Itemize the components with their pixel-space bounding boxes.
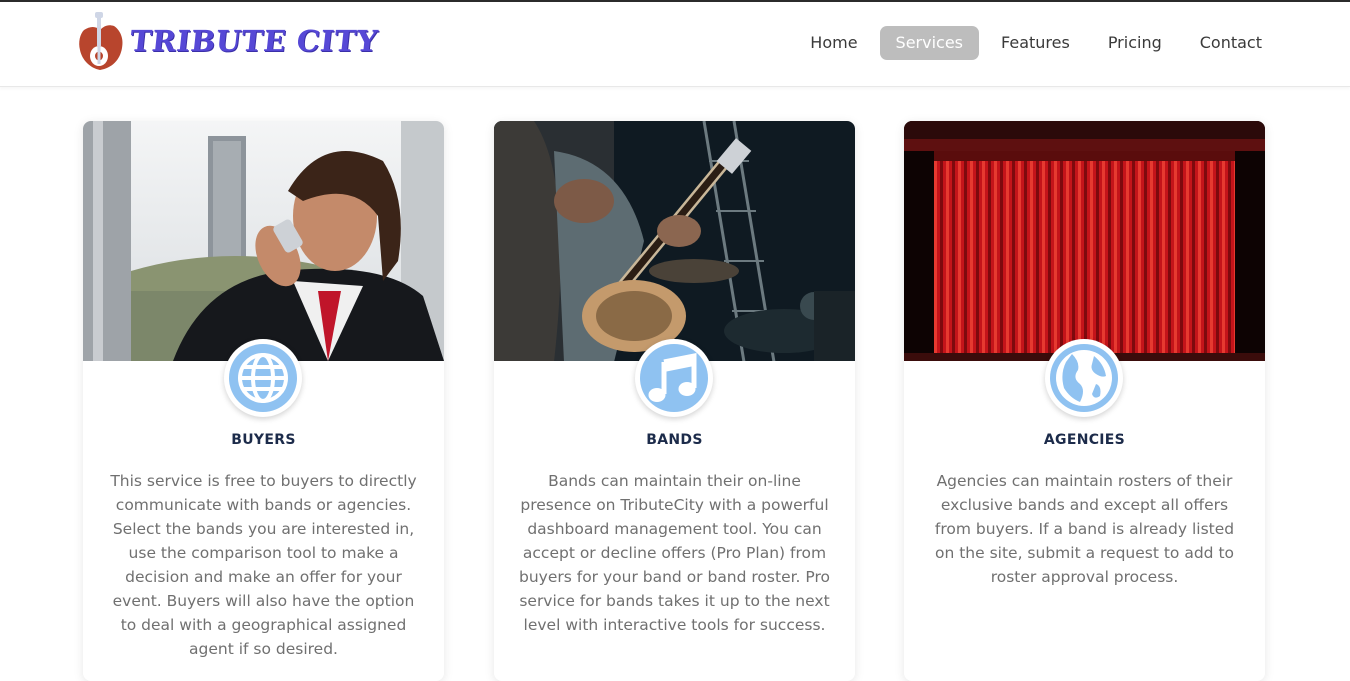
card-text-bands: Bands can maintain their on-line presenc… [519,472,830,634]
guitar-logo-icon [79,12,123,70]
nav-contact[interactable]: Contact [1184,26,1278,60]
red-stage-curtain-image [904,121,1265,361]
agencies-badge [1045,339,1123,417]
card-title-buyers: BUYERS [231,432,296,448]
service-card-bands: BANDS Bands can maintain their on-line p… [494,121,855,681]
nav-home[interactable]: Home [794,26,873,60]
nav-services[interactable]: Services [879,26,980,60]
bands-badge [635,339,713,417]
band-playing-guitar-image [494,121,855,361]
card-title-bands: BANDS [646,432,703,448]
card-text-agencies: Agencies can maintain rosters of their e… [934,472,1235,586]
brand-name: TRIBUTE CITY [128,24,380,58]
music-note-icon [648,352,697,402]
globe-icon [238,353,288,403]
businessman-on-phone-image [83,121,444,361]
card-title-agencies: AGENCIES [1043,432,1126,448]
service-card-agencies: AGENCIES Agencies can maintain rosters o… [904,121,1265,681]
nav-features[interactable]: Features [985,26,1086,60]
main-nav: Home Services Features Pricing Contact [794,26,1278,60]
buyers-badge [224,339,302,417]
world-map-icon [1056,350,1112,406]
card-text-buyers: This service is free to buyers to direct… [110,472,417,658]
brand-logo[interactable]: TRIBUTE CITY [78,12,380,78]
service-card-buyers: BUYERS This service is free to buyers to… [83,121,444,681]
site-header: TRIBUTE CITY Home Services Features Pric… [0,2,1350,87]
nav-pricing[interactable]: Pricing [1092,26,1178,60]
